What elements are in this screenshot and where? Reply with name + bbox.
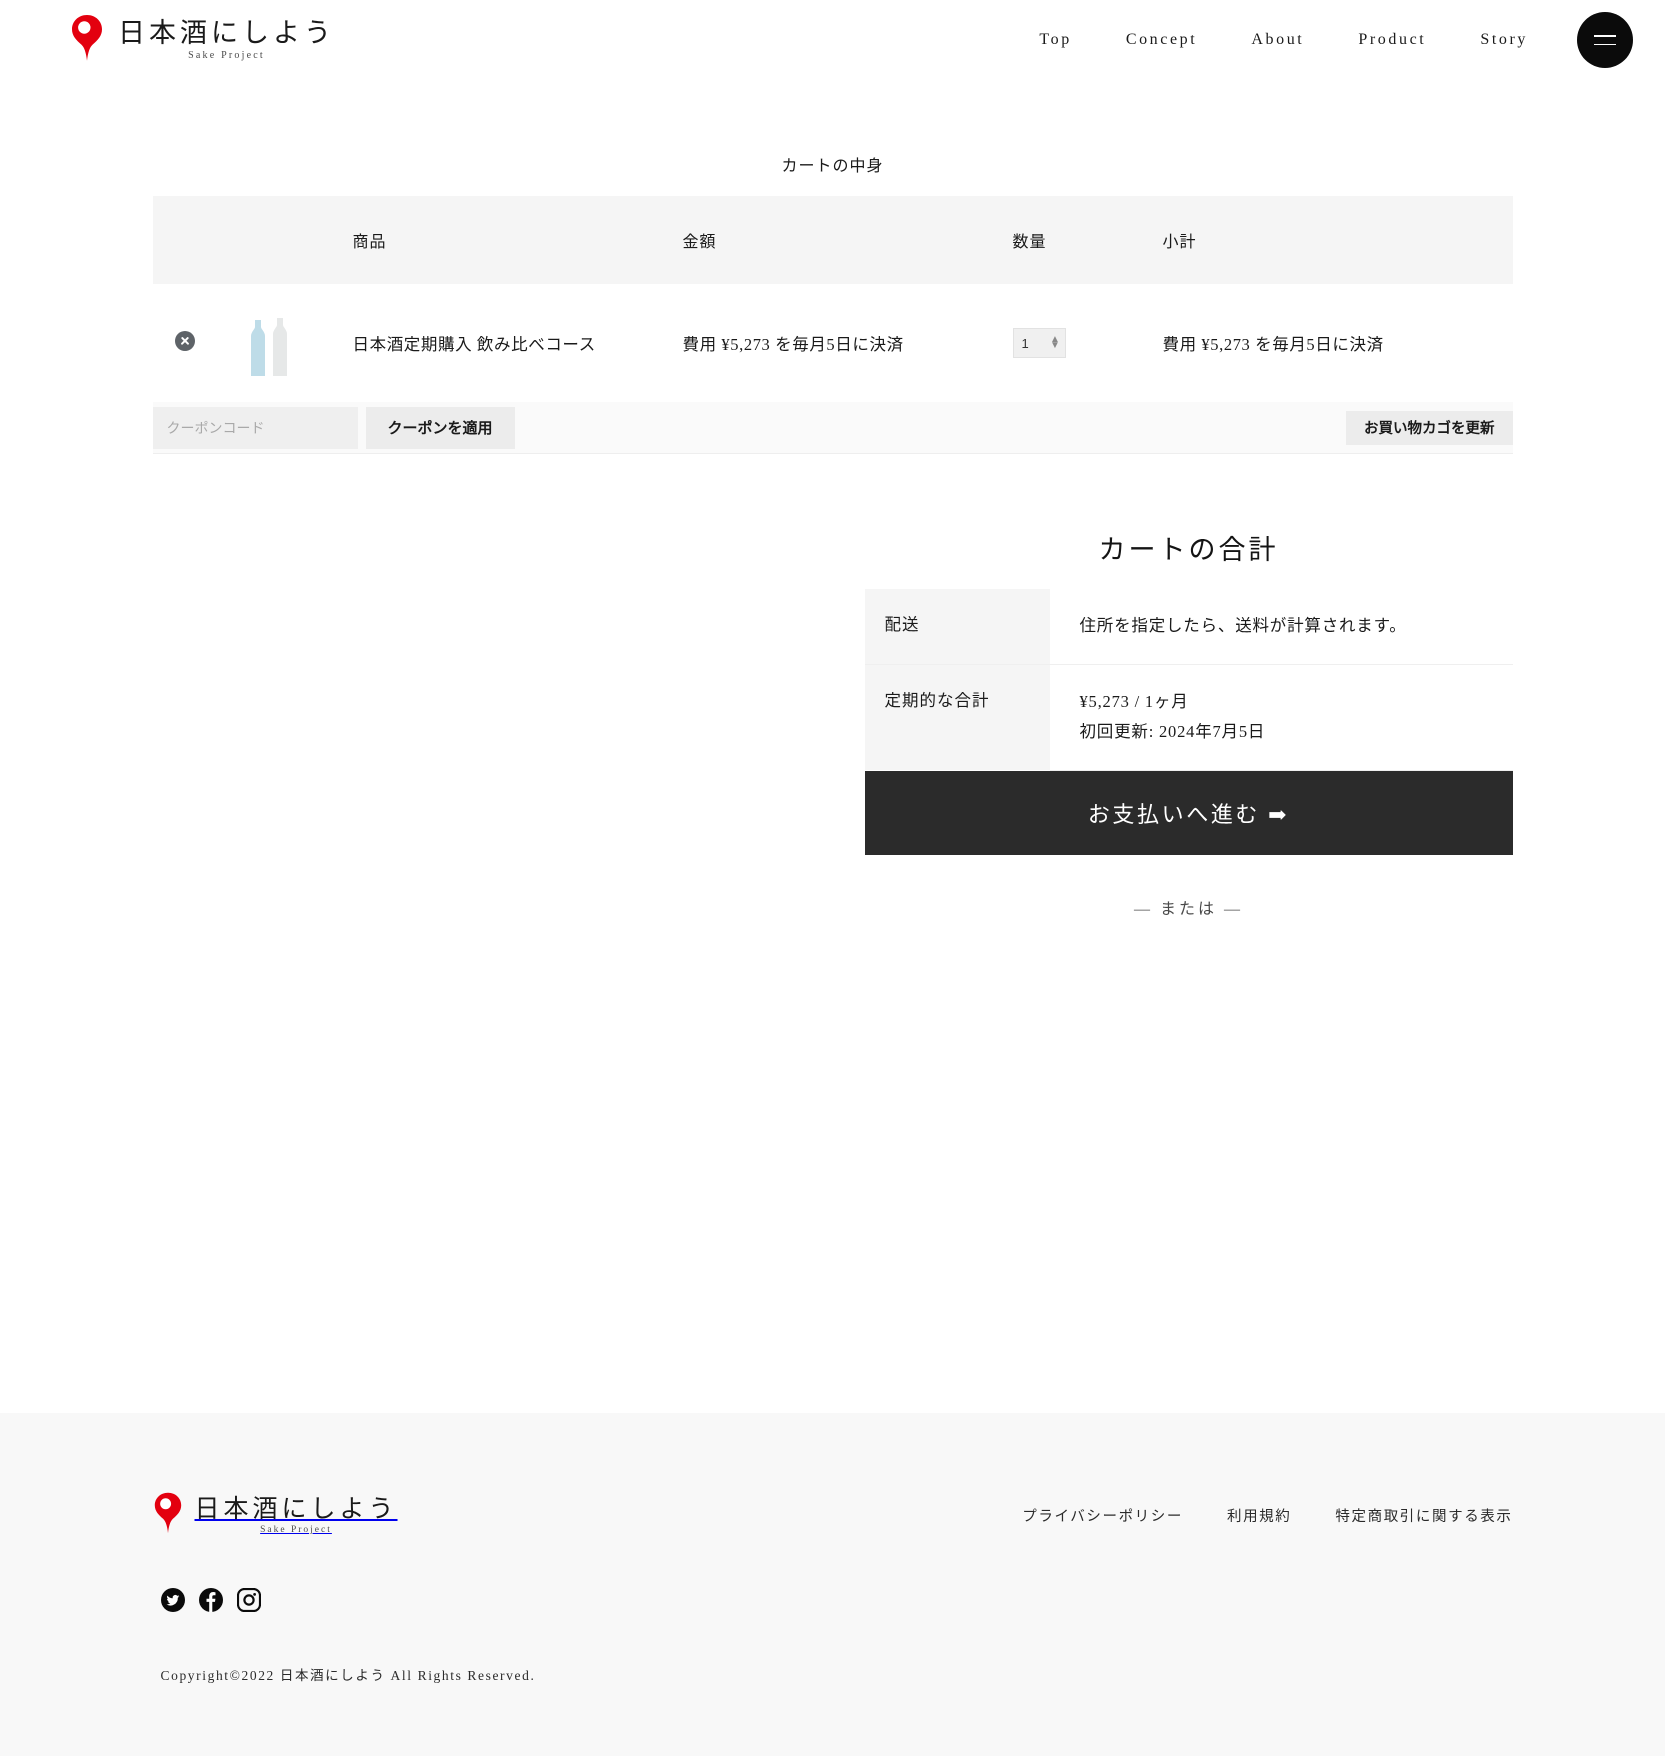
nav-item-story[interactable]: Story [1453,31,1555,49]
cell-thumbnail [242,284,353,403]
sake-pin-icon [153,1491,183,1540]
site-footer: 日本酒にしよう Sake Project プライバシーポリシー 利用規約 特定商… [0,1413,1665,1756]
hamburger-bar-2 [1594,43,1616,45]
nav-item-concept[interactable]: Concept [1099,31,1225,49]
recurring-amount: ¥5,273 / 1ヶ月 [1079,691,1189,711]
brand-name: 日本酒にしよう [118,17,335,48]
header-remove [153,196,243,284]
brand-text: 日本酒にしよう Sake Project [118,17,335,62]
cell-product-name[interactable]: 日本酒定期購入 飲み比べコース [352,284,683,403]
remove-item-icon[interactable] [174,330,195,351]
coupon-spacer [515,402,1346,453]
twitter-icon[interactable] [160,1588,185,1612]
social-links [160,1587,1513,1613]
shipping-value: 住所を指定したら、送料が計算されます。 [1049,589,1513,665]
cell-price: 費用 ¥5,273 を毎月5日に決済 [682,284,1013,403]
hamburger-menu-icon[interactable] [1577,12,1633,68]
cell-remove [152,284,243,403]
footer-logo[interactable]: 日本酒にしよう Sake Project [153,1491,398,1540]
header-product: 商品 [352,234,387,251]
cart-totals-section: カートの合計 配送 住所を指定したら、送料が計算されます。 定期的な合計 ¥5,… [153,454,1513,919]
nav-item-top[interactable]: Top [1012,31,1098,49]
update-cart-button[interactable]: お買い物カゴを更新 [1346,410,1513,445]
footer-brand-subtitle: Sake Project [260,1525,332,1536]
sake-pin-icon [70,13,104,68]
header-quantity: 数量 [1012,234,1047,251]
copyright-text: Copyright©2022 日本酒にしよう All Rights Reserv… [160,1668,536,1683]
cell-quantity: 1 ▲ ▼ [1012,284,1163,403]
cart-table: 商品 金額 数量 小計 日本酒定期購入 飲み比べコース 費用 ¥5,273 を毎… [152,196,1513,403]
main-navigation: Top Concept About Product Story [1012,12,1633,68]
nav-item-product[interactable]: Product [1331,31,1453,49]
header-thumb [243,196,353,284]
cell-subtotal: 費用 ¥5,273 を毎月5日に決済 [1162,284,1513,403]
facebook-icon[interactable] [198,1588,223,1612]
nav-item-about[interactable]: About [1224,31,1331,49]
brand-subtitle: Sake Project [188,50,265,62]
site-logo[interactable]: 日本酒にしよう Sake Project [70,13,335,68]
shipping-row: 配送 住所を指定したら、送料が計算されます。 [864,589,1513,665]
footer-links: プライバシーポリシー 利用規約 特定商取引に関する表示 [978,1505,1512,1526]
table-row: 日本酒定期購入 飲み比べコース 費用 ¥5,273 を毎月5日に決済 1 ▲ ▼… [152,284,1513,403]
footer-link-terms[interactable]: 利用規約 [1183,1505,1291,1526]
recurring-total-label: 定期的な合計 [864,664,1050,771]
coupon-code-input[interactable] [152,406,358,449]
spinner-arrows-icon[interactable]: ▲ ▼ [1050,334,1061,351]
footer-inner: 日本酒にしよう Sake Project プライバシーポリシー 利用規約 特定商… [143,1491,1523,1684]
shipping-label: 配送 [864,589,1050,665]
cart-table-body: 日本酒定期購入 飲み比べコース 費用 ¥5,273 を毎月5日に決済 1 ▲ ▼… [152,284,1513,403]
cart-heading: カートの中身 [781,158,884,175]
cart-page-main: カートの中身 商品 金額 数量 小計 日本酒定期購入 飲み比べコース 費用 ¥5… [0,80,1665,919]
footer-top: 日本酒にしよう Sake Project プライバシーポリシー 利用規約 特定商… [153,1491,1513,1540]
cart-totals-table: 配送 住所を指定したら、送料が計算されます。 定期的な合計 ¥5,273 / 1… [864,589,1513,771]
footer-link-commercial-transactions[interactable]: 特定商取引に関する表示 [1291,1505,1512,1526]
cart-totals-title: カートの合計 [1098,535,1279,565]
footer-brand-text: 日本酒にしよう Sake Project [195,1496,398,1536]
hamburger-bar-1 [1594,35,1616,37]
first-renewal-date: 初回更新: 2024年7月5日 [1079,722,1266,742]
quantity-value: 1 [1021,335,1030,351]
cart-table-head: 商品 金額 数量 小計 [152,196,1513,284]
spinner-down-arrow[interactable]: ▼ [1050,340,1061,350]
header-price: 金額 [682,234,717,251]
or-divider: — または — [1133,900,1243,918]
coupon-row: クーポンを適用 お買い物カゴを更新 [152,402,1513,454]
cart-header-row: 商品 金額 数量 小計 [152,196,1513,284]
cart-section: カートの中身 商品 金額 数量 小計 日本酒定期購入 飲み比べコース 費用 ¥5… [152,80,1513,454]
site-header: 日本酒にしよう Sake Project Top Concept About P… [0,0,1665,80]
recurring-total-value: ¥5,273 / 1ヶ月 初回更新: 2024年7月5日 [1049,664,1513,771]
instagram-icon[interactable] [236,1587,261,1613]
footer-brand-name: 日本酒にしよう [194,1495,398,1523]
header-subtotal: 小計 [1162,234,1197,251]
cart-totals-box: カートの合計 配送 住所を指定したら、送料が計算されます。 定期的な合計 ¥5,… [864,528,1513,919]
proceed-to-checkout-button[interactable]: お支払いへ進む ➡ [864,770,1513,855]
apply-coupon-button[interactable]: クーポンを適用 [365,406,515,449]
footer-link-privacy[interactable]: プライバシーポリシー [978,1505,1183,1526]
recurring-total-row: 定期的な合計 ¥5,273 / 1ヶ月 初回更新: 2024年7月5日 [864,664,1513,771]
sake-bottles-thumbnail[interactable] [243,306,307,380]
quantity-stepper[interactable]: 1 ▲ ▼ [1012,328,1066,358]
